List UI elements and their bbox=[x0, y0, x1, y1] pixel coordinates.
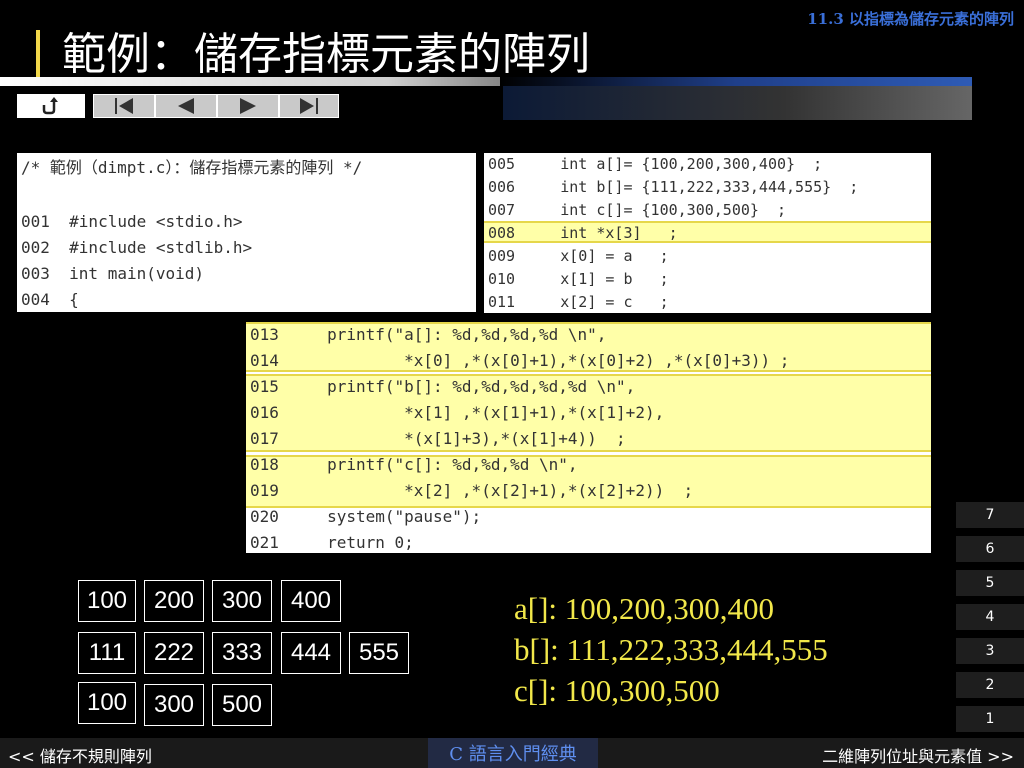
prev-section-link[interactable]: << 儲存不規則陣列 bbox=[8, 743, 152, 767]
first-slide-button[interactable] bbox=[93, 94, 155, 118]
last-slide-button[interactable] bbox=[279, 94, 339, 118]
code-line: 007 int c[]= {100,300,500} ; bbox=[488, 201, 787, 219]
array-c-cell: 300 bbox=[144, 684, 204, 726]
return-icon bbox=[42, 97, 58, 115]
array-a-cell: 200 bbox=[144, 580, 204, 622]
code-line: 006 int b[]= {111,222,333,444,555} ; bbox=[488, 178, 859, 196]
code-line: 005 int a[]= {100,200,300,400} ; bbox=[488, 155, 823, 173]
slide-button[interactable]: 7 bbox=[956, 500, 1024, 528]
code-line: 001 #include <stdio.h> bbox=[21, 212, 243, 231]
output-line: c[]: 100,300,500 bbox=[514, 673, 720, 708]
array-c-cell: 500 bbox=[212, 684, 272, 726]
array-b-cell: 111 bbox=[78, 632, 136, 674]
nav-strip bbox=[503, 86, 972, 120]
array-a-cell: 300 bbox=[212, 580, 272, 622]
book-title: C 語言入門經典 bbox=[428, 738, 598, 768]
slide-button[interactable]: 1 bbox=[956, 704, 1024, 732]
code-line: 014 *x[0] ,*(x[0]+1),*(x[0]+2) ,*(x[0]+3… bbox=[250, 351, 790, 370]
next-section-link[interactable]: 二維陣列位址與元素值 >> bbox=[822, 743, 1014, 767]
array-b-cell: 333 bbox=[212, 632, 272, 674]
code-line: 018 printf("c[]: %d,%d,%d \n", bbox=[250, 455, 578, 474]
code-line: 013 printf("a[]: %d,%d,%d,%d \n", bbox=[250, 325, 607, 344]
code-block-header: /* 範例（dimpt.c）：儲存指標元素的陣列 */ 001 #include… bbox=[17, 153, 476, 312]
code-line: 008 int *x[3] ; bbox=[488, 224, 678, 242]
prev-slide-button[interactable] bbox=[155, 94, 217, 118]
code-line: 009 x[0] = a ; bbox=[488, 247, 669, 265]
next-slide-button[interactable] bbox=[217, 94, 279, 118]
return-button[interactable] bbox=[17, 94, 85, 118]
code-line: 019 *x[2] ,*(x[2]+1),*(x[2]+2)) ; bbox=[250, 481, 694, 500]
code-line: 002 #include <stdlib.h> bbox=[21, 238, 253, 257]
array-b-cell: 555 bbox=[349, 632, 409, 674]
code-line: /* 範例（dimpt.c）：儲存指標元素的陣列 */ bbox=[21, 158, 363, 177]
title-divider-blue bbox=[500, 77, 972, 86]
array-b-cell: 444 bbox=[281, 632, 341, 674]
array-a-cell: 400 bbox=[281, 580, 341, 622]
output-line: a[]: 100,200,300,400 bbox=[514, 591, 775, 626]
prev-slide-icon bbox=[178, 98, 194, 114]
next-slide-icon bbox=[240, 98, 256, 114]
array-b-cell: 222 bbox=[144, 632, 204, 674]
program-output: a[]: 100,200,300,400 b[]: 111,222,333,44… bbox=[514, 588, 828, 711]
code-line: 017 *(x[1]+3),*(x[1]+4)) ; bbox=[250, 429, 626, 448]
last-slide-icon bbox=[300, 98, 318, 114]
code-line: 021 return 0; bbox=[250, 533, 414, 552]
section-reference: 11.3 以指標為儲存元素的陣列 bbox=[807, 10, 1014, 28]
slide-button[interactable]: 2 bbox=[956, 670, 1024, 698]
code-line: 004 { bbox=[21, 290, 79, 309]
code-line: 011 x[2] = c ; bbox=[488, 293, 669, 311]
array-a-cell: 100 bbox=[78, 580, 136, 622]
code-line: 010 x[1] = b ; bbox=[488, 270, 669, 288]
code-line: 016 *x[1] ,*(x[1]+1),*(x[1]+2), bbox=[250, 403, 665, 422]
output-line: b[]: 111,222,333,444,555 bbox=[514, 632, 828, 667]
code-line: 003 int main(void) bbox=[21, 264, 205, 283]
page-title: 範例：儲存指標元素的陣列 bbox=[62, 29, 590, 80]
code-line: 020 system("pause"); bbox=[250, 507, 482, 526]
code-block-declarations: 005 int a[]= {100,200,300,400} ; 006 int… bbox=[484, 153, 931, 313]
code-line: 015 printf("b[]: %d,%d,%d,%d,%d \n", bbox=[250, 377, 636, 396]
title-accent-bar bbox=[36, 30, 40, 80]
array-c-cell: 100 bbox=[78, 682, 136, 724]
slide-button[interactable]: 6 bbox=[956, 534, 1024, 562]
code-block-printf: 013 printf("a[]: %d,%d,%d,%d \n", 014 *x… bbox=[246, 322, 931, 553]
first-slide-icon bbox=[115, 98, 133, 114]
slide-button[interactable]: 3 bbox=[956, 636, 1024, 664]
slide-button[interactable]: 4 bbox=[956, 602, 1024, 630]
slide-button[interactable]: 5 bbox=[956, 568, 1024, 596]
